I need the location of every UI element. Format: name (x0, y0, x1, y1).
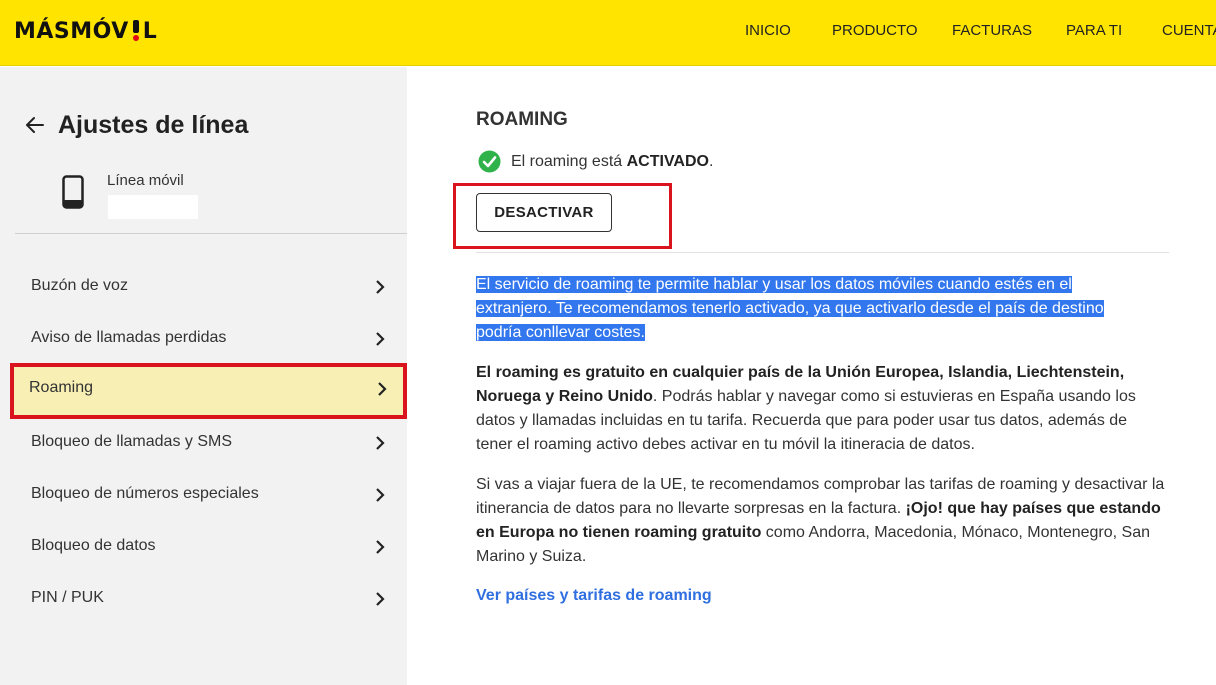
nav-item-facturas[interactable]: FACTURAS (952, 22, 1032, 39)
sidebar-item-aviso-llamadas[interactable]: Aviso de llamadas perdidas (12, 313, 405, 365)
sidebar-item-roaming[interactable]: Roaming (10, 363, 407, 419)
divider (15, 233, 407, 234)
sidebar-item-label: Bloqueo de números especiales (31, 485, 259, 502)
back-arrow-icon[interactable] (24, 114, 46, 136)
top-header: MÁSMÓV L INICIO PRODUCTO FACTURAS PARA TI… (0, 0, 1216, 66)
status-text: El roaming está ACTIVADO. (511, 153, 714, 170)
sidebar-item-label: Bloqueo de llamadas y SMS (31, 433, 232, 450)
sidebar-item-pin-puk[interactable]: PIN / PUK (12, 573, 405, 625)
status-value: ACTIVADO (626, 153, 709, 170)
line-type-label: Línea móvil (107, 172, 184, 189)
sidebar-item-label: PIN / PUK (31, 589, 104, 606)
chevron-right-icon (376, 436, 385, 450)
nav-item-para-ti[interactable]: PARA TI (1066, 22, 1122, 39)
roaming-rates-link[interactable]: Ver países y tarifas de roaming (476, 587, 712, 605)
sidebar-item-bloqueo-llamadas-sms[interactable]: Bloqueo de llamadas y SMS (12, 417, 405, 469)
sidebar-item-label: Aviso de llamadas perdidas (31, 329, 227, 346)
sidebar-item-label: Buzón de voz (31, 277, 128, 294)
sidebar-item-label: Roaming (29, 379, 94, 396)
sidebar-item-buzon-de-voz[interactable]: Buzón de voz (12, 261, 405, 313)
nav-item-inicio[interactable]: INICIO (745, 22, 791, 39)
sidebar-item-bloqueo-datos[interactable]: Bloqueo de datos (12, 521, 405, 573)
divider (476, 252, 1169, 253)
nav-item-producto[interactable]: PRODUCTO (832, 22, 918, 39)
intro-paragraph: El servicio de roaming te permite hablar… (476, 276, 1104, 341)
line-number-field (108, 195, 198, 219)
page-title: Ajustes de línea (58, 111, 249, 139)
check-circle-icon (478, 150, 501, 173)
sidebar-item-label: Bloqueo de datos (31, 537, 156, 554)
sidebar-item-bloqueo-numeros-especiales[interactable]: Bloqueo de números especiales (12, 469, 405, 521)
settings-sidebar: Ajustes de línea Línea móvil Buzón de vo… (0, 67, 407, 685)
chevron-right-icon (376, 332, 385, 346)
chevron-right-icon (376, 488, 385, 502)
chevron-right-icon (376, 280, 385, 294)
chevron-right-icon (376, 540, 385, 554)
outside-eu-paragraph: Si vas a viajar fuera de la UE, te recom… (476, 476, 1165, 565)
main-nav: INICIO PRODUCTO FACTURAS PARA TI CUENTA (0, 22, 1216, 42)
chevron-right-icon (378, 382, 387, 396)
phone-icon (62, 175, 84, 209)
eu-roaming-paragraph: El roaming es gratuito en cualquier país… (476, 364, 1136, 453)
nav-item-cuenta[interactable]: CUENTA (1162, 22, 1216, 39)
section-title: ROAMING (476, 109, 568, 130)
chevron-right-icon (376, 592, 385, 606)
deactivate-button[interactable]: DESACTIVAR (476, 193, 612, 232)
